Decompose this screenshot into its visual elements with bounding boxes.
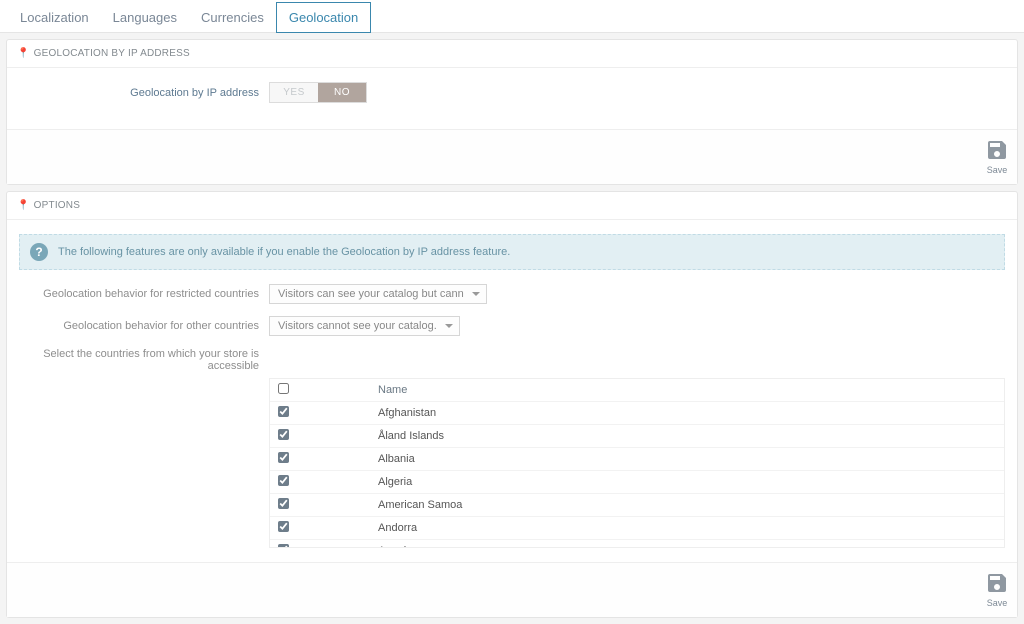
save-button[interactable]: Save xyxy=(985,571,1009,609)
country-name: Albania xyxy=(370,448,1004,471)
save-icon xyxy=(985,571,1009,595)
toggle-yes[interactable]: YES xyxy=(270,83,318,102)
restricted-countries-label: Geolocation behavior for restricted coun… xyxy=(19,288,269,300)
panel-geolocation-heading-text: GEOLOCATION BY IP ADDRESS xyxy=(34,48,190,59)
info-banner: ? The following features are only availa… xyxy=(19,234,1005,270)
table-row: American Samoa xyxy=(270,494,1004,517)
location-pin-icon: 📍 xyxy=(17,200,30,211)
restricted-countries-select[interactable]: Visitors can see your catalog but cann xyxy=(269,284,487,304)
tab-geolocation[interactable]: Geolocation xyxy=(276,2,371,33)
country-checkbox-cell xyxy=(270,494,370,517)
country-checkbox[interactable] xyxy=(278,452,289,463)
table-row: Andorra xyxy=(270,517,1004,540)
table-row: Åland Islands xyxy=(270,425,1004,448)
table-header-checkbox xyxy=(270,379,370,402)
country-name: American Samoa xyxy=(370,494,1004,517)
panel-geolocation-by-ip: 📍 GEOLOCATION BY IP ADDRESS Geolocation b… xyxy=(6,39,1018,185)
country-name: Algeria xyxy=(370,471,1004,494)
country-checkbox[interactable] xyxy=(278,475,289,486)
country-name: Åland Islands xyxy=(370,425,1004,448)
save-button[interactable]: Save xyxy=(985,138,1009,176)
panel-geolocation-heading: 📍 GEOLOCATION BY IP ADDRESS xyxy=(7,40,1017,68)
countries-table: Name AfghanistanÅland IslandsAlbaniaAlge… xyxy=(270,379,1004,548)
table-row: Algeria xyxy=(270,471,1004,494)
table-row: Albania xyxy=(270,448,1004,471)
accessible-countries-label: Select the countries from which your sto… xyxy=(19,348,269,372)
country-name: Andorra xyxy=(370,517,1004,540)
panel-options: 📍 OPTIONS ? The following features are on… xyxy=(6,191,1018,618)
country-name: Angola xyxy=(370,540,1004,549)
country-name: Afghanistan xyxy=(370,402,1004,425)
table-header-name: Name xyxy=(370,379,1004,402)
panel-options-heading: 📍 OPTIONS xyxy=(7,192,1017,220)
info-text: The following features are only availabl… xyxy=(58,246,510,258)
tab-currencies[interactable]: Currencies xyxy=(189,3,276,32)
countries-table-wrapper[interactable]: Name AfghanistanÅland IslandsAlbaniaAlge… xyxy=(269,378,1005,548)
save-button-label: Save xyxy=(987,598,1008,608)
save-button-label: Save xyxy=(987,165,1008,175)
location-pin-icon: 📍 xyxy=(17,48,30,59)
geolocation-ip-label: Geolocation by IP address xyxy=(19,87,269,99)
select-all-checkbox[interactable] xyxy=(278,383,289,394)
country-checkbox[interactable] xyxy=(278,429,289,440)
country-checkbox[interactable] xyxy=(278,498,289,509)
save-icon xyxy=(985,138,1009,162)
country-checkbox-cell xyxy=(270,517,370,540)
other-countries-select[interactable]: Visitors cannot see your catalog. xyxy=(269,316,460,336)
table-row: Afghanistan xyxy=(270,402,1004,425)
country-checkbox[interactable] xyxy=(278,406,289,417)
country-checkbox-cell xyxy=(270,471,370,494)
country-checkbox[interactable] xyxy=(278,521,289,532)
country-checkbox-cell xyxy=(270,425,370,448)
country-checkbox-cell xyxy=(270,540,370,549)
toggle-no[interactable]: NO xyxy=(318,83,366,102)
panel-options-heading-text: OPTIONS xyxy=(34,200,80,211)
question-icon: ? xyxy=(30,243,48,261)
tabs-bar: Localization Languages Currencies Geoloc… xyxy=(0,0,1024,33)
tab-languages[interactable]: Languages xyxy=(101,3,189,32)
geolocation-ip-toggle[interactable]: YES NO xyxy=(269,82,367,103)
country-checkbox-cell xyxy=(270,448,370,471)
country-checkbox[interactable] xyxy=(278,544,289,548)
tab-localization[interactable]: Localization xyxy=(8,3,101,32)
country-checkbox-cell xyxy=(270,402,370,425)
table-row: Angola xyxy=(270,540,1004,549)
other-countries-label: Geolocation behavior for other countries xyxy=(19,320,269,332)
